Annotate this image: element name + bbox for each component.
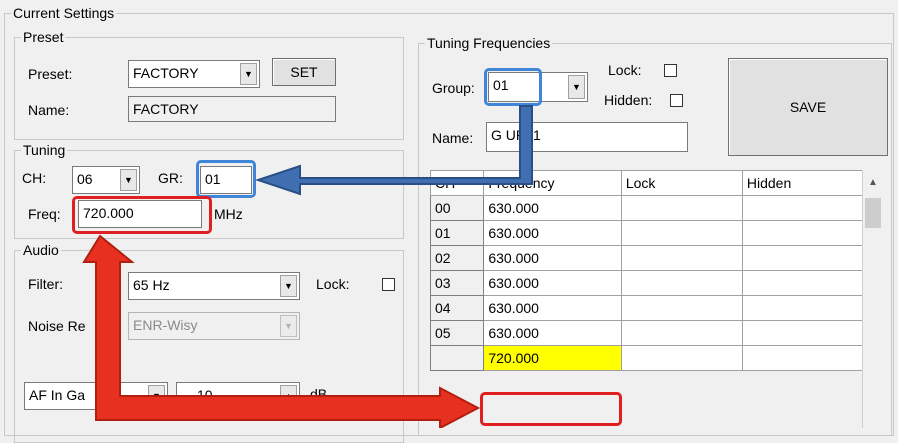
row-hidden-cell[interactable] (741, 245, 865, 271)
af-unit-label: dB (310, 386, 328, 402)
row-frequency-cell-highlighted[interactable]: 720.000 (483, 345, 622, 371)
row-hidden-cell[interactable] (741, 320, 865, 346)
set-button[interactable]: SET (272, 58, 336, 86)
group-label: Group: (432, 80, 475, 96)
table-row[interactable]: 04 630.000 (429, 295, 865, 321)
preset-name-field[interactable]: FACTORY (128, 96, 336, 122)
row-frequency-cell[interactable]: 630.000 (483, 270, 622, 296)
audio-lock-checkbox[interactable] (382, 278, 395, 291)
table-row[interactable]: 02 630.000 (429, 245, 865, 271)
tuning-title: Tuning (23, 142, 66, 158)
freq-unit-label: MHz (214, 206, 243, 222)
preset-select[interactable]: FACTORY ▼ (128, 60, 260, 88)
noise-select[interactable]: ENR-Wisy ▼ (128, 312, 300, 340)
row-ch-cell[interactable]: 00 (429, 195, 485, 221)
row-frequency-cell[interactable]: 630.000 (483, 320, 622, 346)
spin-up-icon[interactable]: ▲ (280, 385, 297, 407)
audio-lock-label: Lock: (316, 276, 350, 292)
row-frequency-cell[interactable]: 630.000 (483, 295, 622, 321)
column-header-ch[interactable]: CH (429, 170, 485, 196)
ch-select[interactable]: 06 ▼ (72, 166, 140, 194)
chevron-down-icon[interactable]: ▼ (240, 63, 257, 85)
tf-name-label: Name: (432, 130, 474, 146)
tf-lock-checkbox[interactable] (664, 64, 677, 77)
table-row[interactable]: 00 630.000 (429, 195, 865, 221)
noise-select-value: ENR-Wisy (133, 317, 198, 333)
preset-title: Preset (23, 29, 64, 45)
row-ch-cell[interactable]: 04 (429, 295, 485, 321)
table-header-row: CH Frequency Lock Hidden (429, 170, 865, 196)
freq-highlight-outline (72, 196, 212, 234)
freq-label: Freq: (28, 206, 61, 222)
current-settings-title: Current Settings (13, 5, 115, 21)
chevron-down-icon[interactable]: ▼ (568, 75, 585, 99)
row-lock-cell[interactable] (620, 220, 743, 246)
noise-label: Noise Re (28, 318, 86, 334)
table-row[interactable]: 720.000 (429, 345, 865, 371)
preset-select-value: FACTORY (133, 65, 199, 81)
row-ch-cell[interactable]: 01 (429, 220, 485, 246)
tf-hidden-label: Hidden: (604, 92, 653, 108)
table-row[interactable]: 01 630.000 (429, 220, 865, 246)
table-row[interactable]: 05 630.000 (429, 320, 865, 346)
column-header-frequency[interactable]: Frequency (483, 170, 622, 196)
row-lock-cell[interactable] (620, 245, 743, 271)
preset-label: Preset: (28, 66, 73, 82)
scrollbar-thumb[interactable] (865, 198, 881, 228)
ch-label: CH: (22, 170, 47, 186)
row-lock-cell[interactable] (620, 270, 743, 296)
row-lock-cell[interactable] (620, 195, 743, 221)
filter-label: Filter: (28, 276, 63, 292)
gr-label: GR: (158, 170, 183, 186)
table-row[interactable]: 03 630.000 (429, 270, 865, 296)
row-ch-cell[interactable]: 02 (429, 245, 485, 271)
table-scrollbar[interactable]: ▲ (862, 170, 883, 428)
tuning-frequencies-title: Tuning Frequencies (427, 35, 551, 51)
af-gain-field[interactable]: 10 ▲ (176, 382, 300, 410)
filter-select[interactable]: 65 Hz ▼ (128, 272, 300, 300)
group-highlight-outline (484, 68, 542, 106)
scroll-up-icon[interactable]: ▲ (863, 170, 883, 194)
chevron-down-icon[interactable]: ▼ (280, 275, 297, 297)
ch-select-value: 06 (77, 171, 93, 187)
column-header-hidden[interactable]: Hidden (741, 170, 865, 196)
chevron-down-icon[interactable]: ▼ (148, 385, 165, 407)
row-ch-cell[interactable]: 05 (429, 320, 485, 346)
row-frequency-cell[interactable]: 630.000 (483, 245, 622, 271)
row-hidden-cell[interactable] (741, 195, 865, 221)
gr-highlight-outline (196, 160, 256, 198)
table-freq-highlight-outline (480, 392, 622, 426)
preset-name-label: Name: (28, 102, 70, 118)
row-lock-cell[interactable] (620, 320, 743, 346)
row-hidden-cell[interactable] (741, 295, 865, 321)
row-hidden-cell[interactable] (741, 345, 865, 371)
row-lock-cell[interactable] (620, 345, 743, 371)
chevron-down-icon[interactable]: ▼ (120, 169, 137, 191)
tf-hidden-checkbox[interactable] (670, 94, 683, 107)
frequency-table: CH Frequency Lock Hidden 00 630.000 01 6… (429, 170, 865, 371)
af-gain-value: 10 (197, 387, 213, 403)
filter-select-value: 65 Hz (133, 277, 170, 293)
chevron-down-icon[interactable]: ▼ (280, 315, 297, 337)
row-lock-cell[interactable] (620, 295, 743, 321)
row-frequency-cell[interactable]: 630.000 (483, 220, 622, 246)
row-ch-cell[interactable] (429, 345, 485, 371)
af-select[interactable]: AF In Ga ▼ (24, 382, 168, 410)
audio-title: Audio (23, 242, 59, 258)
af-select-value: AF In Ga (29, 387, 86, 403)
column-header-lock[interactable]: Lock (620, 170, 743, 196)
row-hidden-cell[interactable] (741, 270, 865, 296)
save-button[interactable]: SAVE (728, 58, 888, 156)
row-hidden-cell[interactable] (741, 220, 865, 246)
tf-name-field[interactable]: G UP01 (486, 122, 688, 152)
tf-lock-label: Lock: (608, 62, 642, 78)
row-ch-cell[interactable]: 03 (429, 270, 485, 296)
row-frequency-cell[interactable]: 630.000 (483, 195, 622, 221)
